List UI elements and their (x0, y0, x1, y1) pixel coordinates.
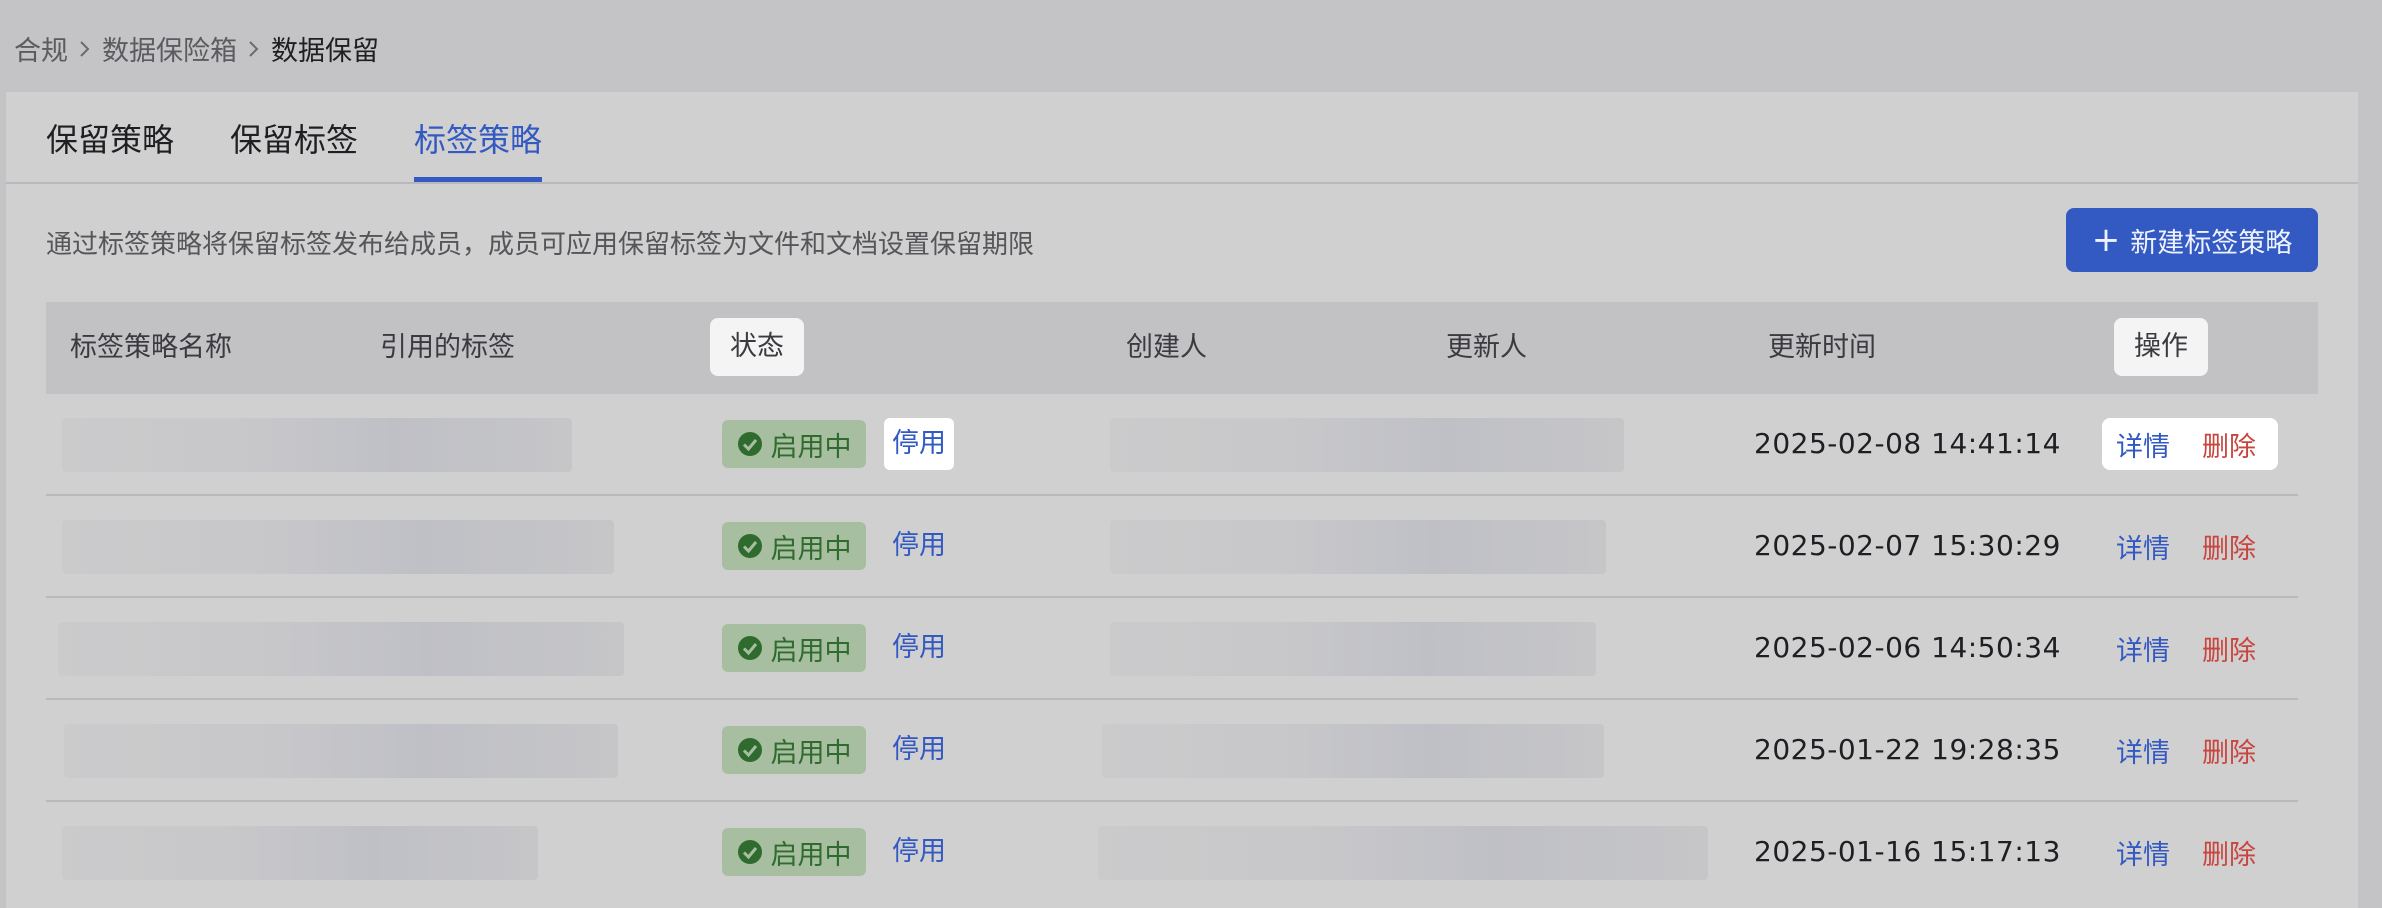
redacted-policy-name (64, 724, 618, 778)
col-updated-time: 更新时间 (1768, 332, 1876, 363)
status-text: 启用中 (770, 431, 852, 463)
updated-time: 2025-02-06 14:50:34 (1754, 631, 2061, 664)
status-text: 启用中 (770, 533, 852, 565)
redacted-creator (1110, 622, 1596, 676)
chevron-right-icon (237, 33, 271, 64)
delete-link[interactable]: 删除 (2202, 629, 2256, 668)
detail-link[interactable]: 详情 (2116, 629, 2170, 668)
delete-link[interactable]: 删除 (2202, 731, 2256, 770)
col-status: 状态 (710, 318, 804, 376)
col-policy-name: 标签策略名称 (70, 332, 232, 363)
redacted-creator (1110, 520, 1606, 574)
col-creator: 创建人 (1126, 332, 1207, 363)
redacted-creator (1110, 418, 1624, 472)
check-circle-icon (737, 840, 762, 864)
check-circle-icon (737, 738, 762, 762)
page: 合规 数据保险箱 数据保留 保留策略 保留标签 标签策略 通过标签策略将保留标签… (0, 0, 2382, 908)
col-referenced-labels: 引用的标签 (380, 332, 515, 363)
row-actions: 详情 删除 (2102, 520, 2278, 572)
status-badge: 启用中 (722, 828, 866, 876)
disable-link[interactable]: 停用 (884, 520, 954, 572)
check-circle-icon (737, 534, 762, 558)
table-row: 启用中 停用 2025-01-22 19:28:35 详情 删除 (46, 700, 2298, 802)
updated-time: 2025-01-22 19:28:35 (1754, 733, 2061, 766)
check-circle-icon (737, 432, 762, 456)
status-text: 启用中 (770, 737, 852, 769)
breadcrumb-item-vault[interactable]: 数据保险箱 (102, 29, 237, 68)
detail-link[interactable]: 详情 (2116, 425, 2170, 464)
table-row: 启用中 停用 2025-01-16 15:17:13 详情 删除 (46, 802, 2298, 902)
updated-time: 2025-02-07 15:30:29 (1754, 529, 2061, 562)
col-actions: 操作 (2114, 318, 2208, 376)
delete-link[interactable]: 删除 (2202, 833, 2256, 872)
new-label-policy-label: 新建标签策略 (2130, 227, 2293, 259)
breadcrumb-item-compliance[interactable]: 合规 (14, 29, 68, 68)
disable-link[interactable]: 停用 (884, 418, 954, 470)
detail-link[interactable]: 详情 (2116, 527, 2170, 566)
tab-retention-policy[interactable]: 保留策略 (46, 116, 174, 176)
row-actions: 详情 删除 (2102, 418, 2278, 470)
plus-icon: + (2091, 220, 2121, 260)
breadcrumb-item-current: 数据保留 (271, 35, 379, 67)
row-actions: 详情 删除 (2102, 724, 2278, 776)
col-updater: 更新人 (1446, 332, 1527, 363)
redacted-policy-name (62, 826, 538, 880)
updated-time: 2025-01-16 15:17:13 (1754, 835, 2061, 868)
status-text: 启用中 (770, 635, 852, 667)
detail-link[interactable]: 详情 (2116, 731, 2170, 770)
chevron-right-icon (68, 33, 102, 64)
delete-link[interactable]: 删除 (2202, 527, 2256, 566)
redacted-policy-name (58, 622, 624, 676)
status-badge: 启用中 (722, 522, 866, 570)
status-badge: 启用中 (722, 624, 866, 672)
new-label-policy-button[interactable]: + 新建标签策略 (2066, 208, 2318, 272)
table-row: 启用中 停用 2025-02-08 14:41:14 详情 删除 (46, 394, 2298, 496)
redacted-creator (1098, 826, 1708, 880)
disable-link[interactable]: 停用 (884, 622, 954, 674)
table-row: 启用中 停用 2025-02-06 14:50:34 详情 删除 (46, 598, 2298, 700)
redacted-creator (1102, 724, 1604, 778)
redacted-policy-name (62, 520, 614, 574)
breadcrumb: 合规 数据保险箱 数据保留 (14, 29, 379, 68)
detail-link[interactable]: 详情 (2116, 833, 2170, 872)
disable-link[interactable]: 停用 (884, 826, 954, 878)
page-edge (2358, 0, 2382, 908)
disable-link[interactable]: 停用 (884, 724, 954, 776)
tab-retention-labels[interactable]: 保留标签 (230, 116, 358, 176)
table-header: 标签策略名称 引用的标签 状态 创建人 更新人 更新时间 操作 (46, 302, 2318, 394)
table-row: 启用中 停用 2025-02-07 15:30:29 详情 删除 (46, 496, 2298, 598)
row-actions: 详情 删除 (2102, 622, 2278, 674)
status-badge: 启用中 (722, 726, 866, 774)
page-description: 通过标签策略将保留标签发布给成员，成员可应用保留标签为文件和文档设置保留期限 (46, 230, 1035, 260)
main-card: 保留策略 保留标签 标签策略 通过标签策略将保留标签发布给成员，成员可应用保留标… (6, 92, 2358, 908)
delete-link[interactable]: 删除 (2202, 425, 2256, 464)
status-badge: 启用中 (722, 420, 866, 468)
updated-time: 2025-02-08 14:41:14 (1754, 427, 2061, 460)
redacted-policy-name (62, 418, 572, 472)
tab-bar: 保留策略 保留标签 标签策略 (6, 92, 2358, 184)
status-text: 启用中 (770, 839, 852, 871)
tab-label-policy[interactable]: 标签策略 (414, 116, 543, 182)
row-actions: 详情 删除 (2102, 826, 2278, 878)
check-circle-icon (737, 636, 762, 660)
